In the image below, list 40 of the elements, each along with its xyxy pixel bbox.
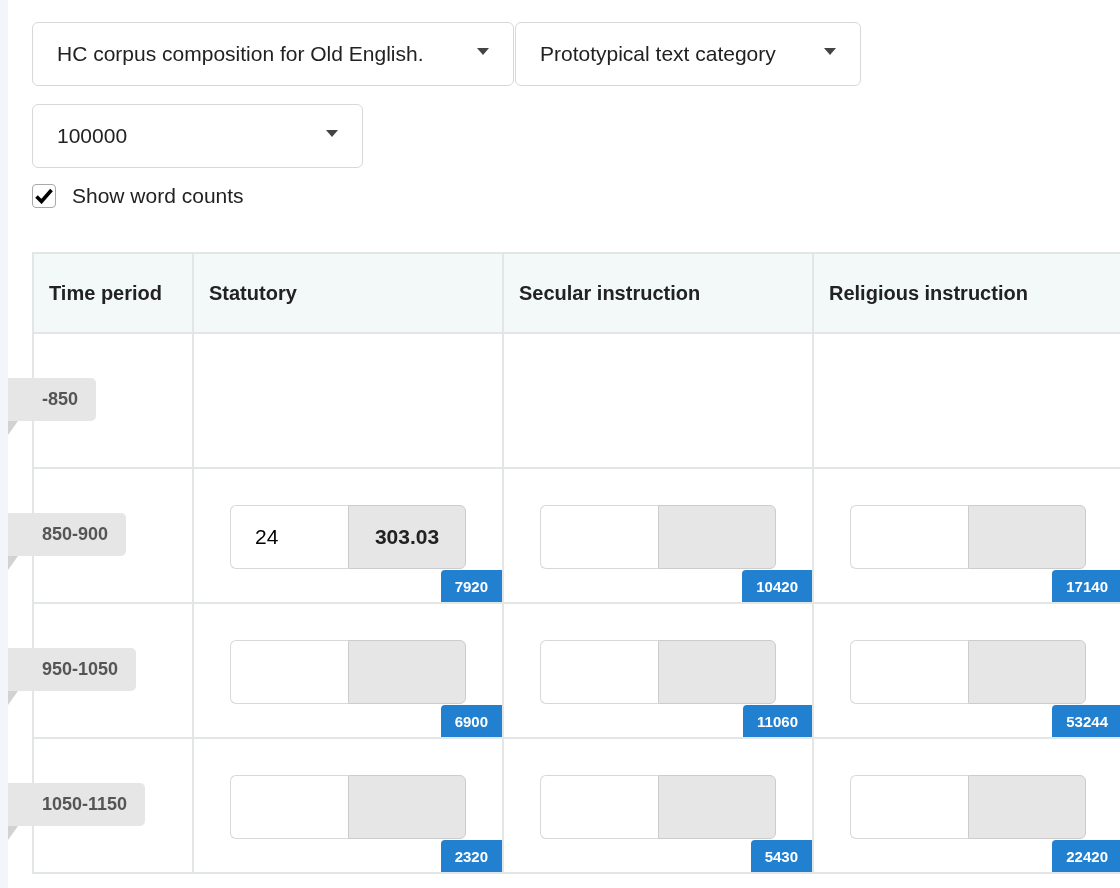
caret-icon [477, 47, 489, 55]
period-label: -850 [8, 378, 97, 421]
input-field[interactable] [540, 640, 658, 704]
word-count-badge: 22420 [1052, 840, 1120, 872]
ribbon-fold-icon [8, 826, 18, 840]
ribbon-fold-icon [8, 691, 18, 705]
ribbon-fold-icon [8, 421, 18, 435]
input-field[interactable] [850, 775, 968, 839]
column-header: Religious instruction [813, 253, 1120, 333]
select-dropdown[interactable]: Prototypical text category [515, 22, 861, 86]
select-dropdown[interactable]: 100000 [32, 104, 363, 168]
period-label: 850-900 [8, 513, 127, 556]
column-header: Time period [33, 253, 193, 333]
word-count-badge: 10420 [742, 570, 812, 602]
word-count-badge: 6900 [440, 705, 502, 737]
checkbox[interactable] [32, 184, 56, 208]
input-field[interactable] [540, 505, 658, 569]
column-header: Statutory [193, 253, 503, 333]
input-field[interactable] [850, 505, 968, 569]
checkmark-icon [35, 188, 53, 204]
word-count-badge: 7920 [440, 570, 502, 602]
word-count-badge: 53244 [1052, 705, 1120, 737]
word-count-badge: 5430 [750, 840, 812, 872]
input-field[interactable]: 24 [230, 505, 348, 569]
caret-icon [824, 47, 836, 55]
input-field[interactable] [540, 775, 658, 839]
period-label: 1050-1150 [8, 783, 146, 826]
column-header: Secular instruction [503, 253, 813, 333]
caret-icon [326, 129, 338, 137]
input-field[interactable] [230, 640, 348, 704]
select-dropdown[interactable]: HC corpus composition for Old English. [32, 22, 514, 86]
rate-value: 303.03 [348, 505, 466, 569]
word-count-badge: 11060 [743, 705, 812, 737]
word-count-badge: 2320 [440, 840, 502, 872]
ribbon-fold-icon [8, 556, 18, 570]
word-count-badge: 17140 [1052, 570, 1120, 602]
checkbox-label: Show word counts [72, 184, 244, 208]
period-label: 950-1050 [8, 648, 137, 691]
input-field[interactable] [230, 775, 348, 839]
input-field[interactable] [850, 640, 968, 704]
